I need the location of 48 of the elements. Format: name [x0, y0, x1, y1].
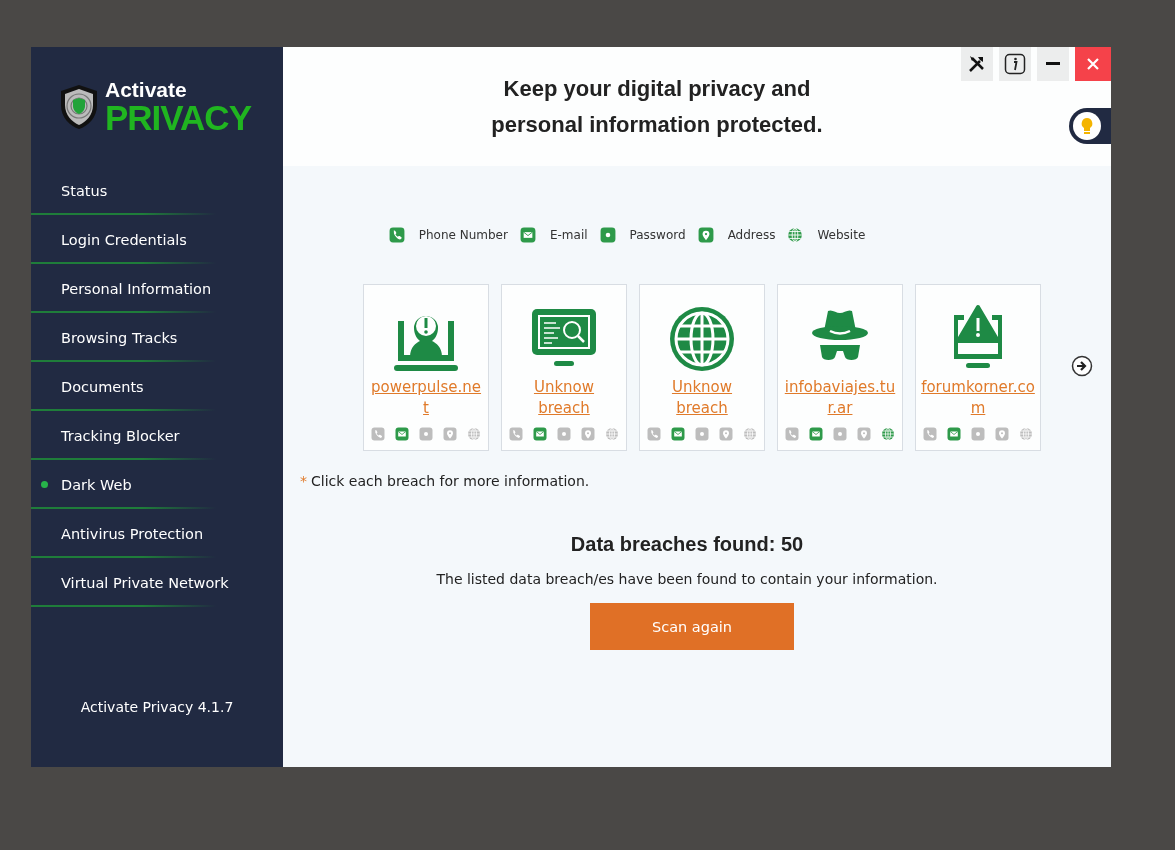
sidebar-item[interactable]: Browsing Tracks — [31, 313, 283, 362]
version-label: Activate Privacy 4.1.7 — [79, 699, 235, 715]
shield-logo-icon — [59, 83, 99, 130]
sidebar-item[interactable]: Dark Web — [31, 460, 283, 509]
lightbulb-icon — [1072, 111, 1102, 141]
legend-label: Website — [817, 228, 866, 242]
breach-card[interactable]: forumkorner.com — [915, 284, 1041, 451]
breach-link[interactable]: forumkorner.com — [921, 377, 1035, 419]
description-text: The listed data breach/es have been found to contain your information. — [435, 571, 939, 587]
info-icon — [1004, 53, 1026, 75]
logo-text: Activate — [105, 78, 188, 100]
location-pin-icon — [697, 227, 714, 243]
globe-icon — [787, 227, 804, 243]
scan-again-button[interactable]: Scan again — [590, 603, 794, 650]
sidebar-item[interactable]: Antivirus Protection — [31, 509, 283, 558]
sidebar-item[interactable]: Virtual Private Network — [31, 558, 283, 607]
breach-link[interactable]: powerpulse.net — [369, 377, 483, 419]
legend-label: Phone Number — [418, 228, 508, 242]
password-icon — [599, 227, 616, 243]
theme-toggle[interactable] — [1069, 108, 1111, 144]
tools-button[interactable] — [961, 47, 993, 81]
logo-text: PRIVACY — [105, 99, 251, 135]
breach-card[interactable]: powerpulse.net — [363, 284, 489, 451]
legend-label: E-mail — [549, 228, 588, 242]
breach-card[interactable]: infobaviajes.tur.ar — [777, 284, 903, 451]
legend-label: Address — [727, 228, 776, 242]
breach-card[interactable]: Unknow breach — [501, 284, 627, 451]
breach-card[interactable]: Unknow breach — [639, 284, 765, 451]
info-button[interactable] — [999, 47, 1031, 81]
sidebar-item[interactable]: Tracking Blocker — [31, 411, 283, 460]
email-icon — [519, 227, 536, 243]
minimize-icon — [1046, 62, 1060, 66]
close-icon — [1087, 58, 1099, 70]
page-heading: Keep your digital privacy and personal information protected. — [491, 74, 823, 139]
arrow-right-icon — [1071, 355, 1093, 377]
minimize-button[interactable] — [1037, 47, 1069, 81]
sidebar-item[interactable]: Status — [31, 166, 283, 215]
sidebar-item[interactable]: Login Credentials — [31, 215, 283, 264]
breach-link[interactable]: infobaviajes.tur.ar — [783, 377, 897, 419]
phone-icon — [388, 227, 405, 243]
hint-text: * Click each breach for more information. — [300, 473, 591, 489]
sidebar-item[interactable]: Documents — [31, 362, 283, 411]
breach-count-heading: Data breaches found: 50 — [569, 533, 805, 556]
sidebar-item[interactable]: Personal Information — [31, 264, 283, 313]
breach-link[interactable]: Unknow breach — [507, 377, 621, 419]
legend-label: Password — [629, 228, 686, 242]
breach-link[interactable]: Unknow breach — [645, 377, 759, 419]
close-button[interactable] — [1075, 47, 1111, 81]
